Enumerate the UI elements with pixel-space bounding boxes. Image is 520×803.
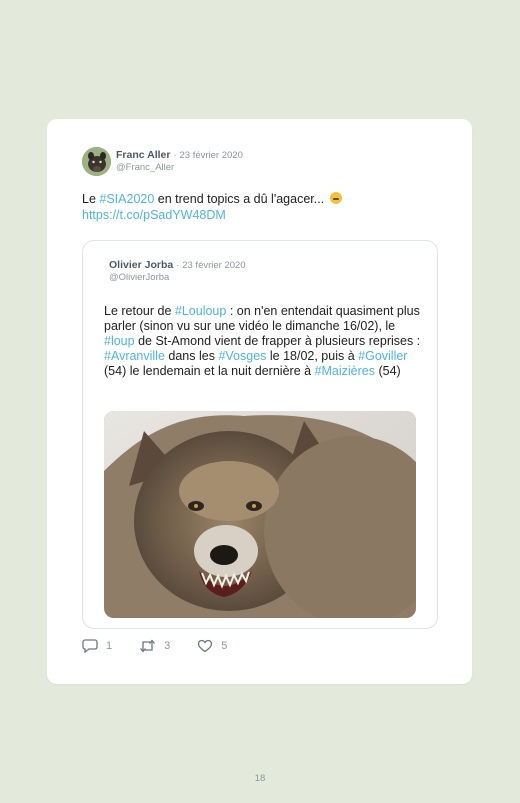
hashtag-link[interactable]: #Goviller	[358, 349, 407, 363]
reply-button[interactable]: 1	[82, 639, 112, 653]
reply-count: 1	[106, 640, 113, 652]
like-button[interactable]: 5	[197, 639, 227, 653]
quoted-tweet[interactable]: Olivier Jorba · 23 février 2020 @Olivier…	[82, 240, 438, 629]
hashtag-link[interactable]: #Louloup	[175, 304, 226, 318]
tweet-header: Franc Aller · 23 février 2020 @Franc_All…	[82, 147, 243, 176]
quoted-text-part: de St-Amond vient de frapper à plusieurs…	[134, 334, 421, 348]
quoted-tweet-text: Le retour de #Louloup : on n'en entendai…	[104, 304, 422, 379]
quoted-text-part: (54)	[374, 364, 401, 378]
quoted-tweet-header: Olivier Jorba · 23 février 2020 @Olivier…	[109, 259, 246, 284]
boar-avatar-icon	[82, 147, 111, 176]
tweet-date[interactable]: 23 février 2020	[179, 150, 242, 161]
quoted-text-part: dans les	[164, 349, 219, 363]
tweet-text: Le #SIA2020 en trend topics a dû l'agace…	[82, 192, 442, 223]
wolf-image	[104, 411, 416, 618]
quoted-author-handle[interactable]: @OlivierJorba	[109, 272, 246, 284]
hashtag-link[interactable]: #loup	[104, 334, 135, 348]
page-number: 18	[254, 773, 266, 784]
separator: ·	[176, 260, 180, 271]
separator: ·	[173, 150, 177, 161]
hashtag-link[interactable]: #SIA2020	[99, 192, 154, 206]
hashtag-link[interactable]: #Avranville	[104, 349, 165, 363]
heart-icon	[198, 639, 213, 653]
quoted-tweet-date[interactable]: 23 février 2020	[182, 260, 245, 271]
wolf-photo[interactable]	[104, 411, 416, 618]
tweet-actions: 1 3 5	[82, 639, 254, 653]
tweet-url-link[interactable]: https://t.co/pSadYW48DM	[82, 208, 226, 222]
quoted-text-part: (54) le lendemain et la nuit dernière à	[104, 364, 315, 378]
quoted-author-name[interactable]: Olivier Jorba	[109, 259, 173, 271]
hashtag-link[interactable]: #Vosges	[218, 349, 266, 363]
author-name[interactable]: Franc Aller	[116, 149, 170, 161]
retweet-count: 3	[164, 640, 171, 652]
tweet-text-part: Le	[82, 192, 100, 206]
quoted-text-part: Le retour de	[104, 304, 175, 318]
retweet-button[interactable]: 3	[139, 639, 170, 653]
hashtag-link[interactable]: #Maizières	[315, 364, 375, 378]
quoted-text-part: le 18/02, puis à	[266, 349, 359, 363]
author-handle[interactable]: @Franc_Aller	[116, 162, 243, 174]
like-count: 5	[221, 640, 228, 652]
thinking-face-emoji-icon	[329, 192, 342, 204]
retweet-icon	[140, 639, 156, 653]
avatar[interactable]	[82, 147, 111, 176]
tweet-text-part: en trend topics a dû l'agacer...	[154, 192, 328, 206]
tweet-card: Franc Aller · 23 février 2020 @Franc_All…	[47, 119, 472, 684]
reply-icon	[82, 639, 98, 653]
